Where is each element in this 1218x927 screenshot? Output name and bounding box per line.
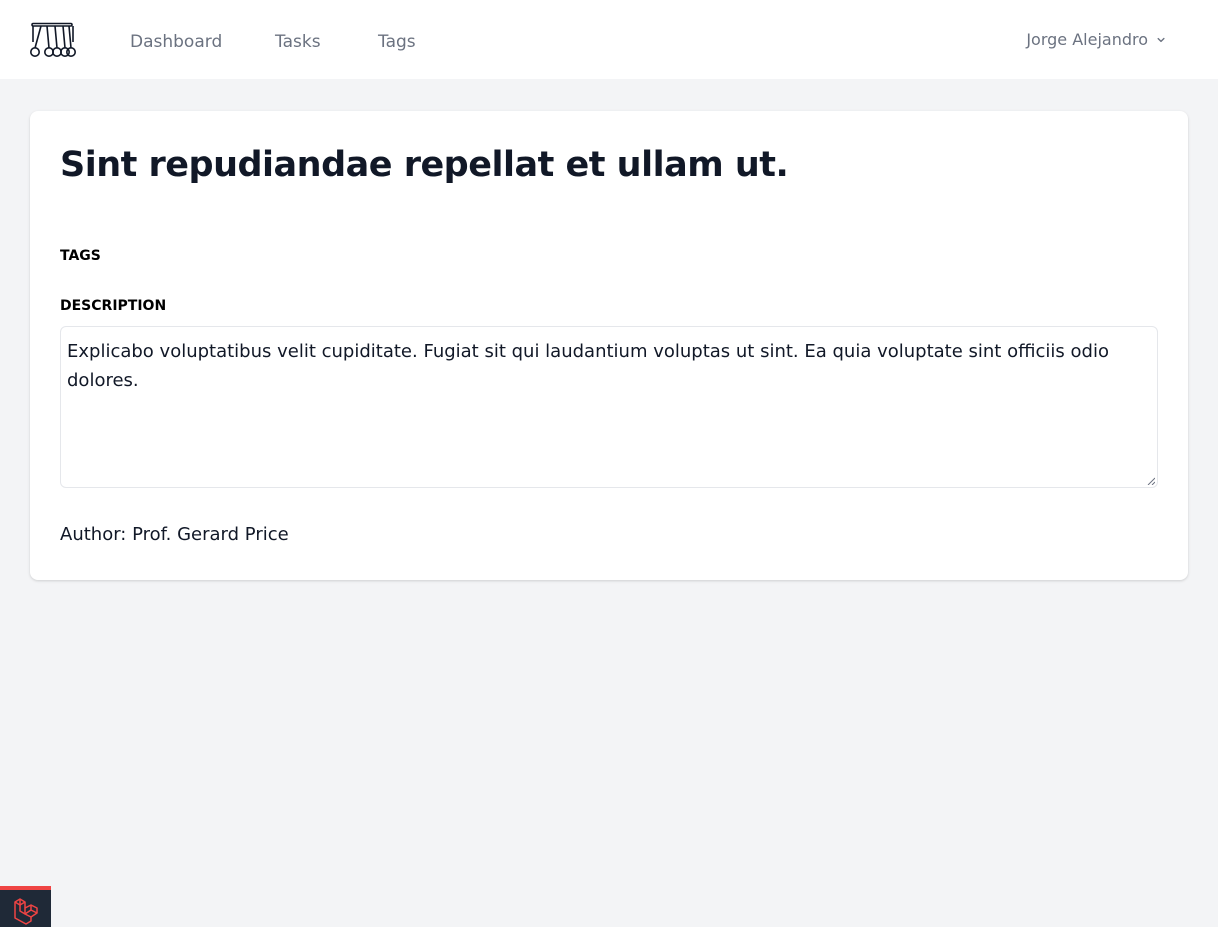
- user-name: Jorge Alejandro: [1026, 30, 1148, 49]
- description-text: Explicabo voluptatibus velit cupiditate.…: [67, 341, 1109, 391]
- description-label: DESCRIPTION: [60, 298, 167, 314]
- debug-toolbar-badge[interactable]: [0, 886, 51, 927]
- description-textarea[interactable]: Explicabo voluptatibus velit cupiditate.…: [60, 326, 1158, 488]
- cradle-logo-icon[interactable]: [29, 22, 77, 58]
- top-navigation-bar: Dashboard Tasks Tags Jorge Alejandro: [0, 0, 1218, 80]
- nav-link-tasks[interactable]: Tasks: [275, 31, 321, 53]
- tags-label: TAGS: [60, 248, 101, 264]
- chevron-down-icon: [1157, 37, 1165, 43]
- nav-link-tags[interactable]: Tags: [378, 31, 416, 53]
- resize-handle-icon[interactable]: [1147, 477, 1155, 485]
- task-title: Sint repudiandae repellat et ullam ut.: [60, 145, 789, 185]
- nav-link-dashboard[interactable]: Dashboard: [130, 31, 222, 53]
- user-menu-dropdown[interactable]: Jorge Alejandro: [1026, 29, 1168, 51]
- laravel-icon: [14, 898, 38, 925]
- task-detail-card: Sint repudiandae repellat et ullam ut. T…: [30, 111, 1188, 580]
- task-author: Author: Prof. Gerard Price: [60, 524, 289, 545]
